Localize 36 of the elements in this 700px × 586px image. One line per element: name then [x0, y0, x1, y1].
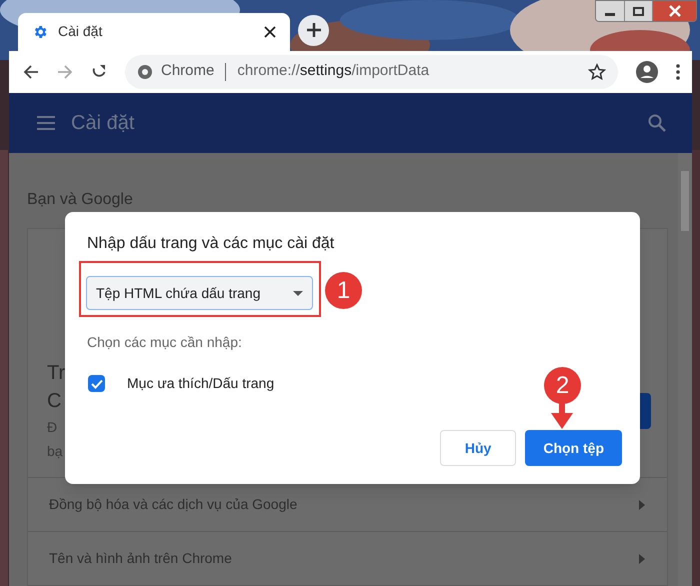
gear-icon	[32, 24, 48, 40]
plus-icon	[306, 22, 322, 38]
source-dropdown[interactable]: Tệp HTML chứa dấu trang	[86, 276, 313, 310]
url-text: chrome://settings/importData	[237, 61, 430, 82]
maximize-button[interactable]	[624, 1, 652, 21]
back-arrow-icon[interactable]	[23, 64, 39, 80]
star-icon[interactable]	[588, 62, 606, 81]
dialog-title: Nhập dấu trang và các mục cài đặt	[87, 234, 336, 254]
caret-icon	[639, 554, 645, 564]
checkbox-label: Mục ưa thích/Dấu trang	[127, 374, 274, 393]
items-label: Chọn các mục cần nhập:	[87, 333, 243, 352]
tab-title: Cài đặt	[58, 22, 104, 42]
chrome-logo-icon	[137, 64, 153, 80]
check-icon	[90, 378, 102, 388]
minimize-button[interactable]	[596, 1, 624, 21]
section-title: Bạn và Google	[27, 190, 134, 210]
more-menu-icon[interactable]	[676, 64, 680, 80]
site-label: Chrome	[161, 61, 214, 82]
dropdown-caret-icon	[293, 290, 303, 296]
card-heading: C	[47, 389, 62, 414]
caret-icon	[639, 500, 645, 510]
address-bar[interactable]: Chrome chrome://settings/importData	[125, 54, 618, 89]
close-icon[interactable]	[264, 26, 276, 38]
card-heading: Tr	[47, 361, 66, 386]
close-icon	[668, 5, 680, 17]
browser-tab[interactable]: Cài đặt	[18, 12, 290, 51]
cancel-button[interactable]: Hủy	[440, 430, 516, 466]
close-button[interactable]	[652, 1, 696, 21]
header-title: Cài đặt	[71, 110, 136, 136]
search-icon[interactable]	[648, 114, 666, 132]
menu-icon[interactable]	[37, 116, 55, 130]
checkbox[interactable]	[88, 375, 105, 392]
scrollbar[interactable]	[678, 153, 692, 586]
settings-row[interactable]: Tên và hình ảnh trên Chrome	[28, 531, 667, 585]
choose-file-button[interactable]: Chọn tệp	[525, 430, 622, 466]
profile-icon[interactable]	[636, 60, 658, 83]
